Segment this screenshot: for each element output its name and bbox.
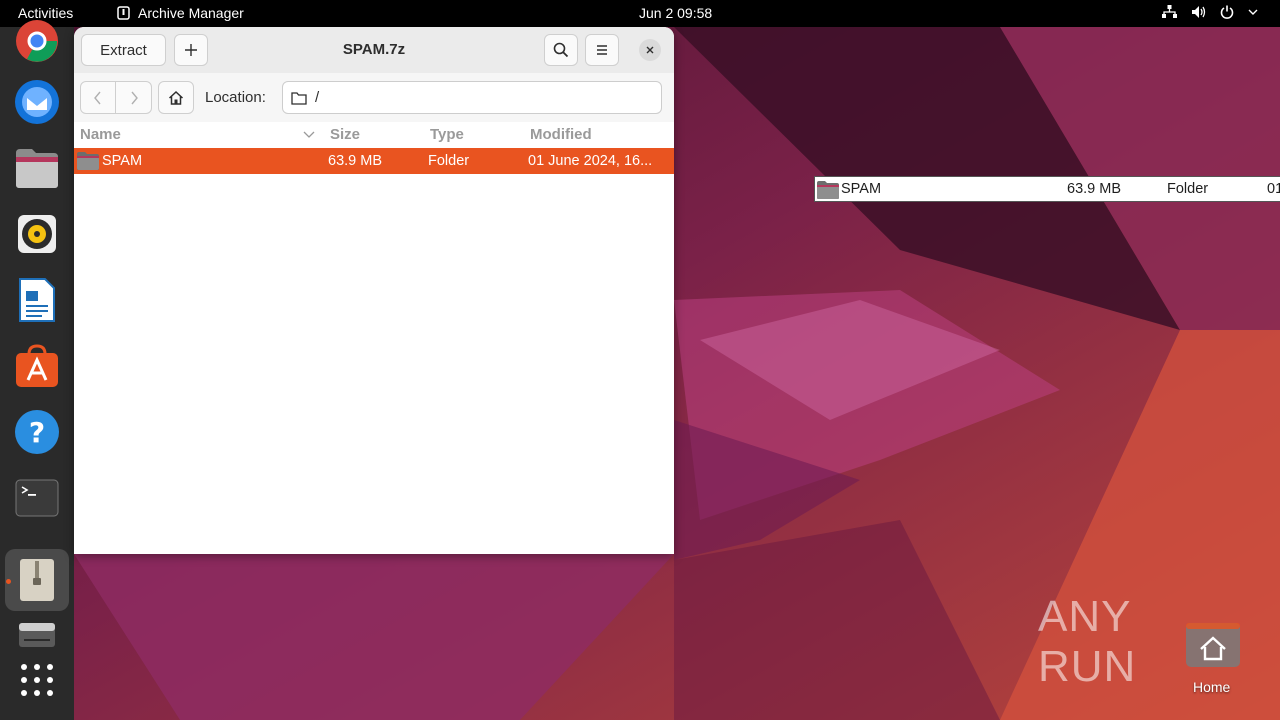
close-icon [646, 46, 654, 54]
close-button[interactable] [639, 39, 661, 61]
table-row[interactable]: SPAM 63.9 MB Folder 01 June 2024, 16... [74, 148, 674, 174]
column-modified[interactable]: Modified [530, 126, 592, 143]
running-indicator [6, 579, 11, 584]
dock-item-files[interactable] [5, 137, 69, 199]
location-path: / [315, 89, 320, 106]
drag-row-type: Folder [1167, 181, 1209, 197]
column-header: Name Size Type Modified [74, 122, 674, 149]
drag-row-modified: 01 [1267, 181, 1280, 197]
system-tray[interactable] [1162, 5, 1258, 19]
app-menu[interactable]: Archive Manager [117, 5, 244, 21]
column-type[interactable]: Type [430, 126, 464, 143]
app-center-icon [16, 344, 58, 387]
volume-icon [1192, 6, 1206, 18]
drag-row-size: 63.9 MB [1067, 181, 1121, 197]
app-menu-label: Archive Manager [138, 5, 244, 21]
location-field[interactable]: / [282, 81, 662, 114]
desktop-home-icon[interactable] [1184, 619, 1242, 669]
terminal-icon [15, 479, 59, 517]
svg-text:?: ? [29, 416, 45, 449]
dock: ? [0, 20, 74, 720]
network-icon [1162, 5, 1177, 18]
rhythmbox-icon [18, 215, 56, 253]
dock-item-writer[interactable] [5, 269, 69, 331]
show-apps-button[interactable] [5, 649, 69, 711]
help-icon: ? [15, 410, 59, 454]
menu-button[interactable] [585, 34, 619, 66]
search-icon [553, 42, 569, 58]
home-location-button[interactable] [158, 81, 194, 114]
dock-item-thunderbird[interactable] [5, 71, 69, 133]
files-icon [16, 149, 58, 188]
row-size: 63.9 MB [328, 153, 382, 169]
hamburger-menu-icon [597, 45, 607, 55]
header-bar: Extract SPAM.7z [74, 27, 674, 74]
dock-item-chrome[interactable] [5, 10, 69, 72]
clock[interactable]: Jun 2 09:58 [639, 5, 712, 21]
location-bar: Location: / [74, 73, 674, 123]
archive-manager-window: Extract SPAM.7z Location: / Name Size Ty… [74, 27, 674, 554]
drag-row-name: SPAM [841, 181, 882, 197]
column-size[interactable]: Size [330, 126, 360, 143]
folder-icon [817, 181, 839, 199]
power-icon [1220, 5, 1234, 19]
desktop-home-label[interactable]: Home [1193, 679, 1230, 695]
location-label: Location: [205, 89, 266, 106]
dock-item-help[interactable]: ? [5, 401, 69, 463]
sort-chevron-down-icon[interactable] [303, 131, 315, 139]
row-type: Folder [428, 153, 470, 169]
extract-button[interactable]: Extract [81, 34, 166, 66]
chevron-down-icon [1248, 9, 1258, 15]
writer-icon [19, 278, 55, 322]
folder-icon [291, 91, 307, 105]
top-bar: Activities Archive Manager Jun 2 09:58 [0, 0, 1280, 27]
archive-manager-icon [20, 559, 54, 601]
home-icon [168, 90, 184, 105]
archive-app-icon [117, 6, 130, 20]
grid-icon [21, 664, 53, 696]
drag-ghost-row: SPAM 63.9 MB Folder 01 [814, 176, 1280, 202]
add-files-button[interactable] [174, 34, 208, 66]
plus-icon [185, 44, 197, 56]
dock-item-app-center[interactable] [5, 335, 69, 397]
disks-icon [19, 623, 55, 647]
search-button[interactable] [544, 34, 578, 66]
row-name: SPAM [102, 153, 143, 169]
chevron-right-icon [130, 91, 138, 104]
back-button[interactable] [80, 81, 116, 114]
dock-item-terminal[interactable] [5, 467, 69, 529]
chrome-icon [16, 20, 58, 62]
dock-item-archive-manager[interactable] [5, 549, 69, 611]
column-name[interactable]: Name [80, 126, 121, 143]
thunderbird-icon [15, 80, 59, 124]
dock-item-rhythmbox[interactable] [5, 203, 69, 265]
folder-icon [77, 152, 99, 170]
row-modified: 01 June 2024, 16... [528, 153, 653, 169]
chevron-left-icon [94, 91, 101, 104]
forward-button[interactable] [115, 81, 152, 114]
